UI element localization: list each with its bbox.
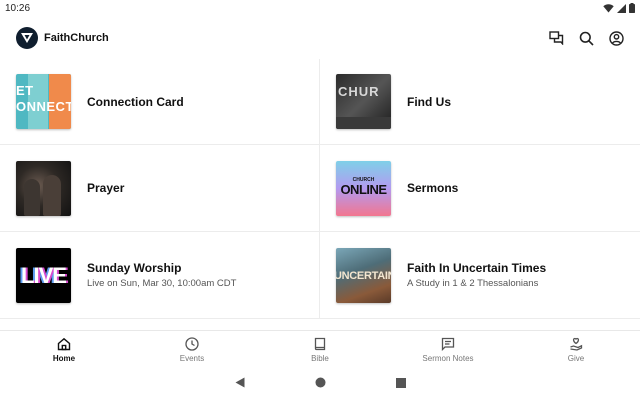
cellular-icon: [617, 3, 626, 13]
tile-subtitle: Live on Sun, Mar 30, 10:00am CDT: [87, 278, 237, 289]
tile-sunday-worship[interactable]: LIVE Sunday Worship Live on Sun, Mar 30,…: [0, 232, 320, 319]
messages-button[interactable]: [548, 30, 564, 46]
home-icon: [56, 336, 72, 352]
status-bar: 10:26: [0, 0, 640, 16]
battery-icon: [629, 3, 635, 13]
status-time: 10:26: [5, 2, 31, 14]
app-bar: FaithChurch: [0, 22, 640, 54]
account-circle-icon: [608, 30, 624, 46]
nav-give[interactable]: Give: [512, 331, 640, 368]
recents-button[interactable]: [395, 375, 406, 393]
notes-icon: [440, 336, 456, 352]
clock-icon: [184, 336, 200, 352]
thumb-text: ONLINE: [340, 181, 387, 197]
tile-connection-card[interactable]: ET ONNECTE Connection Card: [0, 59, 320, 145]
thumb-text: LIVE: [21, 262, 67, 288]
nav-home[interactable]: Home: [0, 331, 128, 368]
faith-uncertain-thumbnail: UNCERTAIN: [336, 247, 391, 303]
prayer-thumbnail: [16, 160, 71, 216]
thumb-text: ET ONNECTE: [16, 83, 71, 114]
app-actions: [548, 30, 624, 46]
tile-title: Connection Card: [87, 94, 184, 109]
thumb-figure-left: [24, 178, 40, 216]
sermons-thumbnail: CHURCH ONLINE: [336, 160, 391, 216]
nav-label: Bible: [311, 354, 329, 363]
wifi-icon: [603, 3, 614, 13]
logo-mark-icon: [21, 33, 33, 43]
recents-square-icon: [395, 378, 406, 388]
book-icon: [312, 336, 328, 352]
find-us-thumbnail: CHUR: [336, 74, 391, 129]
content-grid: ET ONNECTE Connection Card CHUR Find Us …: [0, 59, 640, 319]
tile-prayer[interactable]: Prayer: [0, 145, 320, 232]
tile-sermons[interactable]: CHURCH ONLINE Sermons: [320, 145, 640, 232]
nav-events[interactable]: Events: [128, 331, 256, 368]
home-system-button[interactable]: [315, 375, 326, 393]
nav-label: Give: [567, 354, 585, 363]
sunday-worship-thumbnail: LIVE: [16, 247, 71, 303]
system-navigation: [0, 373, 640, 395]
back-button[interactable]: [235, 375, 245, 393]
tile-subtitle: A Study in 1 & 2 Thessalonians: [407, 278, 539, 289]
bottom-navigation: Home Events Bible Sermon Notes Give: [0, 330, 640, 368]
search-icon: [579, 31, 594, 46]
nav-label: Events: [179, 354, 205, 363]
give-icon: [568, 336, 584, 352]
home-circle-icon: [315, 377, 325, 388]
tile-title: Sunday Worship: [87, 261, 182, 275]
thumb-ground: [336, 117, 391, 129]
back-triangle-icon: [235, 377, 244, 388]
tile-title: Prayer: [87, 181, 125, 195]
nav-sermon-notes[interactable]: Sermon Notes: [384, 331, 512, 368]
app-title: FaithChurch: [44, 32, 109, 44]
tile-find-us[interactable]: CHUR Find Us: [320, 59, 640, 145]
nav-label: Home: [52, 354, 76, 363]
tile-title: Find Us: [407, 94, 451, 109]
tile-title: Faith In Uncertain Times: [407, 261, 547, 275]
search-button[interactable]: [578, 30, 594, 46]
chat-icon: [548, 31, 563, 45]
tile-title: Sermons: [407, 181, 459, 195]
thumb-text: CHUR: [338, 84, 380, 99]
church-logo: [16, 27, 38, 49]
nav-label: Sermon Notes: [422, 354, 474, 363]
connection-card-thumbnail: ET ONNECTE: [16, 74, 71, 129]
thumb-figure-right: [43, 174, 61, 216]
profile-button[interactable]: [608, 30, 624, 46]
thumb-text: UNCERTAIN: [336, 269, 391, 282]
status-icons: [603, 3, 635, 13]
nav-bible[interactable]: Bible: [256, 331, 384, 368]
tile-faith-in-uncertain-times[interactable]: UNCERTAIN Faith In Uncertain Times A Stu…: [320, 232, 640, 319]
